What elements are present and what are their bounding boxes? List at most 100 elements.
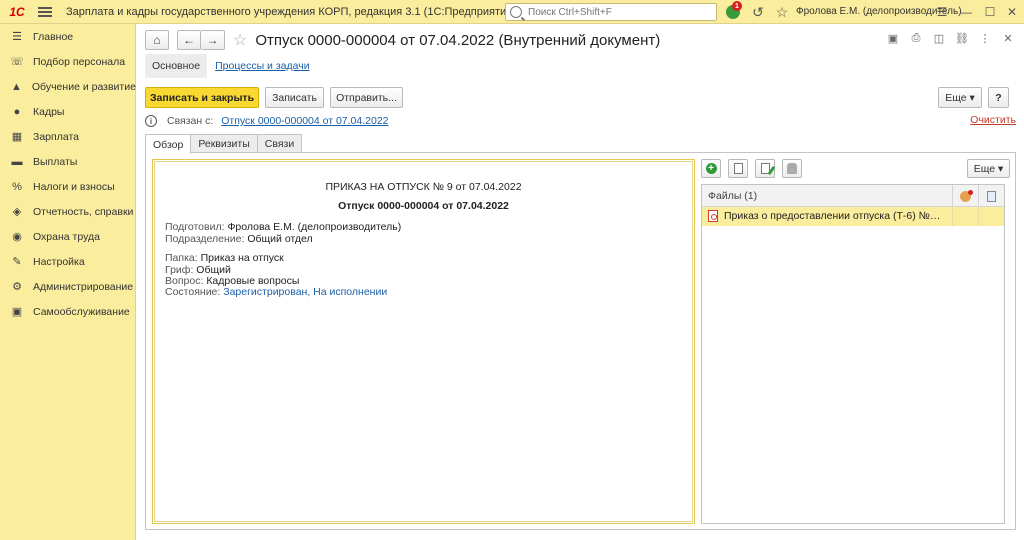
sign-file-button[interactable] [782,159,802,178]
sidebar-item-main[interactable]: ☰ Главное [0,24,135,49]
sidebar-item-label: Администрирование [33,280,134,293]
section-processes-link[interactable]: Процессы и задачи [215,60,309,72]
sections-panel: ☰ Главное ☏ Подбор персонала ▲ Обучение и раз… [0,24,136,540]
table-row[interactable]: Приказ о предоставлении отпуска (Т-6) №0… [702,207,1004,226]
field-value[interactable]: Зарегистрирован, На исполнении [223,286,387,298]
favorite-star-icon[interactable]: ☆ [233,30,247,50]
field-prepared-by: Подготовил: Фролова Е.М. (делопроизводит… [165,221,401,233]
sidebar-item-label: Главное [33,30,74,43]
field-key: Папка: [165,252,198,264]
salary-icon: ▦ [11,131,23,143]
field-value: Фролова Е.М. (делопроизводитель) [227,221,402,233]
sidebar-item-label: Подбор персонала [33,55,126,68]
pdf-icon [708,210,718,222]
payments-icon: ▬ [11,155,23,168]
help-button[interactable]: ? [988,87,1009,108]
document-icon [733,163,743,174]
title-bar: 1С Зарплата и кадры государственного учр… [0,0,1024,24]
administration-icon: ⚙ [12,281,22,293]
sidebar-item-label: Налоги и взносы [33,180,115,193]
close-form-icon[interactable]: ✕ [1000,30,1016,46]
sidebar-item-label: Зарплата [33,130,79,143]
field-key: Подразделение: [165,233,245,245]
clear-link[interactable]: Очистить [970,114,1016,126]
sidebar-item-training[interactable]: ▲ Обучение и развитие [0,74,136,99]
file-name-cell: Приказ о предоставлении отпуска (Т-6) №0… [708,210,948,222]
close-icon[interactable]: ✕ [1004,4,1020,20]
save-and-close-button[interactable]: Записать и закрыть [145,87,259,108]
sidebar-item-reports[interactable]: ◈ Отчетность, справки [0,199,135,224]
back-arrow-icon[interactable]: ← [177,30,201,50]
more-label: Еще [945,91,967,104]
sidebar-item-taxes[interactable]: % Налоги и взносы [0,174,135,199]
notifications-bell-icon[interactable]: 1 [724,1,742,20]
files-column-header[interactable]: Файлы (1) [708,190,757,202]
safety-icon: ◉ [12,231,22,243]
edit-file-button[interactable] [755,159,775,178]
sidebar-item-recruitment[interactable]: ☏ Подбор персонала [0,49,135,74]
status-column-header[interactable] [952,185,978,207]
forward-arrow-icon[interactable]: → [201,30,225,50]
encryption-column-header[interactable] [978,185,1004,207]
main-menu-icon[interactable] [38,6,52,17]
more-button[interactable]: Еще ▾ [938,87,982,108]
linked-document-row: i Связан с: Отпуск 0000-000004 от 07.04.… [145,114,1016,128]
edit-icon [760,163,770,174]
page-title: Отпуск 0000-000004 от 07.04.2022 (Внутре… [255,31,661,49]
files-table: Файлы (1) Приказ о предоставлении отпуск… [701,184,1005,524]
command-bar: Записать и закрыть Записать Отправить...… [145,87,1016,109]
settings-icon: ✎ [12,256,22,268]
new-file-button[interactable] [728,159,748,178]
print-icon[interactable]: ⎙ [908,30,924,46]
sidebar-item-label: Кадры [33,105,65,118]
settings-menu-icon[interactable]: ☰ [934,4,950,20]
sidebar-item-safety[interactable]: ◉ Охрана труда [0,224,135,249]
sidebar-item-administration[interactable]: ⚙ Администрирование [0,274,135,299]
tab-requisites[interactable]: Реквизиты [190,134,258,153]
notification-badge: 1 [732,1,742,11]
field-department: Подразделение: Общий отдел [165,233,313,245]
favorites-star-icon[interactable]: ☆ [774,4,790,20]
save-disk-icon[interactable]: ▣ [885,30,901,46]
field-value: Общий отдел [247,233,313,245]
sidebar-item-salary[interactable]: ▦ Зарплата [0,124,135,149]
files-more-button[interactable]: Еще ▾ [967,159,1010,178]
navigation-buttons: ← → [177,30,225,50]
maximize-icon[interactable]: ☐ [982,4,998,20]
linked-document-link[interactable]: Отпуск 0000-000004 от 07.04.2022 [221,115,388,127]
sidebar-item-settings[interactable]: ✎ Настройка [0,249,135,274]
app-logo-icon: 1С [9,4,25,19]
sidebar-item-self-service[interactable]: ▣ Самообслуживание [0,299,135,324]
global-search[interactable] [505,3,717,21]
document-tabs: Обзор Реквизиты Связи [145,134,303,154]
link-icon[interactable]: ⛓ [954,30,970,46]
files-panel: + Еще ▾ Файлы (1) Приказ о предоставлени… [701,159,1010,524]
sidebar-item-label: Настройка [33,255,85,268]
sidebar-item-hr[interactable]: ● Кадры [0,99,135,124]
send-button[interactable]: Отправить... [330,87,403,108]
document-preview-content: ПРИКАЗ НА ОТПУСК № 9 от 07.04.2022 Отпус… [154,161,693,522]
minimize-icon[interactable]: — [958,4,974,20]
document-form: ⌂ ← → ☆ Отпуск 0000-000004 от 07.04.2022… [137,24,1024,540]
home-button[interactable]: ⌂ [145,30,169,50]
stamp-icon [787,163,797,174]
files-table-header: Файлы (1) [702,185,1004,207]
more-vertical-icon[interactable]: ⋮ [977,30,993,46]
preview-icon[interactable]: ◫ [931,30,947,46]
sidebar-item-payments[interactable]: ▬ Выплаты [0,149,135,174]
tab-overview[interactable]: Обзор [145,134,192,154]
section-main[interactable]: Основное [145,54,208,78]
form-header: ⌂ ← → ☆ Отпуск 0000-000004 от 07.04.2022… [145,29,660,51]
sidebar-item-label: Отчетность, справки [33,205,134,218]
self-service-icon: ▣ [11,306,23,318]
add-file-button[interactable]: + [701,159,721,178]
tab-links[interactable]: Связи [256,134,303,153]
search-input[interactable] [528,6,708,18]
overview-panel: ПРИКАЗ НА ОТПУСК № 9 от 07.04.2022 Отпус… [145,152,1016,530]
sidebar-item-label: Самообслуживание [33,305,130,318]
save-button[interactable]: Записать [265,87,324,108]
history-icon[interactable]: ↺ [750,4,766,20]
info-icon: i [145,115,157,127]
document-preview: ПРИКАЗ НА ОТПУСК № 9 от 07.04.2022 Отпус… [152,159,695,524]
reports-icon: ◈ [12,206,22,218]
